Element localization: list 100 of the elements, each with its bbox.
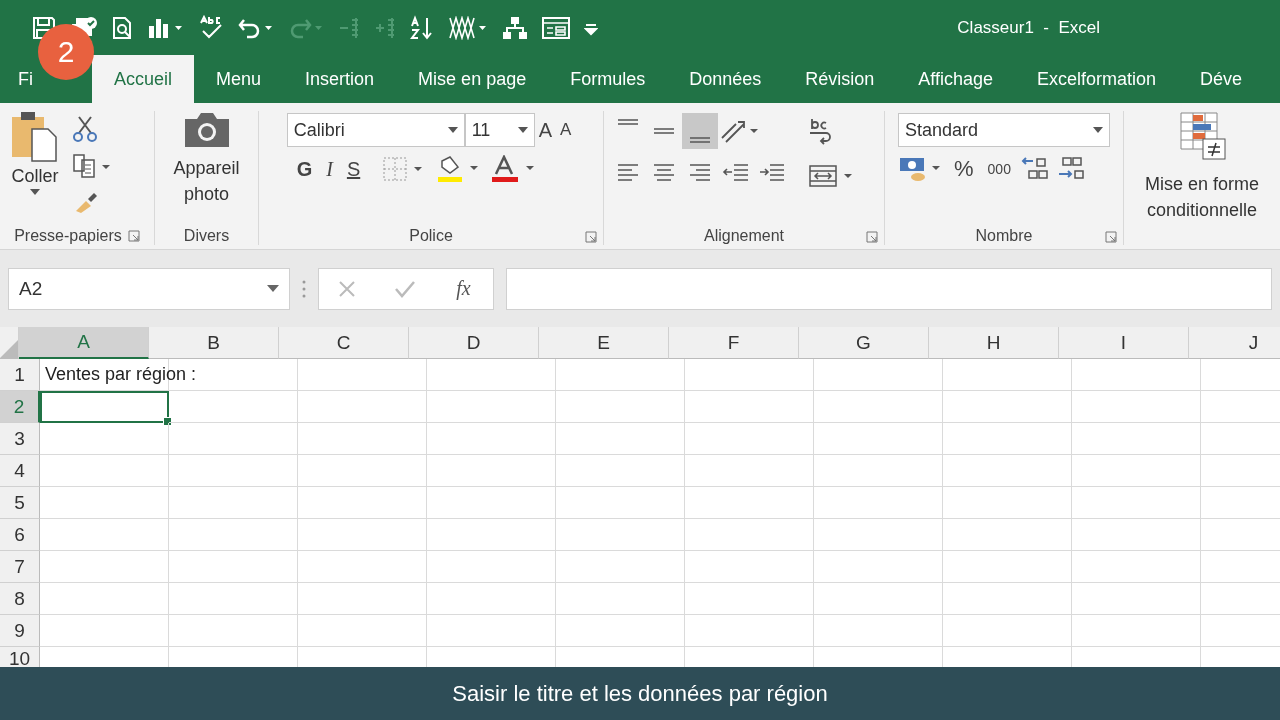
- sheet-cell[interactable]: [298, 359, 427, 391]
- row-header[interactable]: 7: [0, 551, 40, 583]
- sheet-cell[interactable]: [427, 423, 556, 455]
- sheet-cell[interactable]: [814, 551, 943, 583]
- column-header[interactable]: C: [279, 327, 409, 359]
- sheet-cell[interactable]: [556, 615, 685, 647]
- ribbon-tab[interactable]: Données: [667, 55, 784, 103]
- sheet-cell[interactable]: [169, 391, 298, 423]
- increase-font-size-button[interactable]: A: [534, 118, 556, 142]
- font-name-dropdown[interactable]: Calibri: [286, 113, 465, 147]
- sheet-cell[interactable]: [685, 423, 814, 455]
- sheet-cell[interactable]: [685, 583, 814, 615]
- sheet-cell[interactable]: [943, 455, 1072, 487]
- sheet-cell[interactable]: [169, 615, 298, 647]
- column-header[interactable]: F: [669, 327, 799, 359]
- sheet-cell[interactable]: [814, 487, 943, 519]
- decrease-font-size-button[interactable]: A: [556, 120, 576, 140]
- cancel-icon[interactable]: [337, 278, 358, 299]
- sheet-cell[interactable]: [1072, 615, 1201, 647]
- ribbon-tab[interactable]: Formules: [548, 55, 668, 103]
- sheet-cell[interactable]: [298, 391, 427, 423]
- sheet-cell[interactable]: [427, 455, 556, 487]
- sheet-cell[interactable]: [169, 583, 298, 615]
- sheet-cell[interactable]: [556, 519, 685, 551]
- hierarchy-icon[interactable]: [502, 15, 528, 40]
- sheet-cell[interactable]: [1072, 487, 1201, 519]
- sheet-cell[interactable]: [169, 519, 298, 551]
- sheet-cell[interactable]: [943, 391, 1072, 423]
- sheet-cell[interactable]: [685, 615, 814, 647]
- sheet-cell[interactable]: [685, 487, 814, 519]
- dialog-launcher-icon[interactable]: [1105, 231, 1117, 243]
- sheet-cell[interactable]: [556, 423, 685, 455]
- formula-input-field[interactable]: [506, 267, 1272, 310]
- sheet-cell[interactable]: [1072, 423, 1201, 455]
- select-all-button[interactable]: [0, 327, 19, 359]
- sheet-cell[interactable]: [685, 391, 814, 423]
- row-header[interactable]: 1: [0, 359, 40, 391]
- sheet-cell[interactable]: [40, 487, 169, 519]
- sheet-cell[interactable]: [1072, 519, 1201, 551]
- form-icon[interactable]: [542, 15, 570, 40]
- bottom-align-button[interactable]: [682, 113, 718, 149]
- sheet-cell[interactable]: [427, 359, 556, 391]
- sheet-cell[interactable]: [943, 359, 1072, 391]
- print-preview-icon[interactable]: [112, 15, 134, 40]
- dialog-launcher-icon[interactable]: [866, 231, 878, 243]
- row-header[interactable]: 3: [0, 423, 40, 455]
- sheet-cell[interactable]: [169, 487, 298, 519]
- row-header[interactable]: 9: [0, 615, 40, 647]
- fill-handle[interactable]: [163, 417, 172, 426]
- caret-icon[interactable]: [1093, 127, 1103, 133]
- sheet-cell[interactable]: [298, 455, 427, 487]
- ribbon-tab[interactable]: Mise en page: [396, 55, 549, 103]
- lines-icon[interactable]: [448, 15, 488, 40]
- sheet-cell[interactable]: [943, 551, 1072, 583]
- ribbon-tab[interactable]: Fi: [16, 55, 35, 103]
- italic-button[interactable]: I: [322, 157, 337, 181]
- font-size-dropdown[interactable]: 11: [464, 113, 535, 147]
- selected-cell[interactable]: [40, 391, 169, 423]
- thousands-separator-button[interactable]: 000: [983, 161, 1015, 177]
- column-header[interactable]: I: [1059, 327, 1189, 359]
- sheet-cell[interactable]: [427, 487, 556, 519]
- sheet-cell[interactable]: [943, 423, 1072, 455]
- paste-button[interactable]: Coller: [6, 111, 64, 227]
- caret-icon[interactable]: [447, 127, 458, 133]
- sheet-cell[interactable]: [814, 455, 943, 487]
- camera-button[interactable]: Appareil photo: [162, 111, 251, 227]
- bold-button[interactable]: G: [292, 157, 317, 181]
- ribbon-tab[interactable]: Révision: [783, 55, 897, 103]
- sheet-cell[interactable]: [685, 359, 814, 391]
- conditional-formatting-button[interactable]: Mise en forme conditionnelle: [1130, 111, 1274, 245]
- sheet-cell[interactable]: [40, 615, 169, 647]
- sort-icon[interactable]: [410, 14, 434, 41]
- row-header[interactable]: 2: [0, 391, 40, 423]
- column-header[interactable]: H: [929, 327, 1059, 359]
- column-header[interactable]: D: [409, 327, 539, 359]
- sheet-cell[interactable]: [298, 519, 427, 551]
- column-header[interactable]: G: [799, 327, 929, 359]
- sheet-cell[interactable]: [427, 391, 556, 423]
- caret-icon[interactable]: [517, 127, 528, 133]
- wrap-text-icon[interactable]: [808, 117, 834, 145]
- sheet-cell[interactable]: [814, 519, 943, 551]
- sheet-cell[interactable]: [814, 583, 943, 615]
- sheet-cell[interactable]: [169, 423, 298, 455]
- sheet-cell[interactable]: [40, 455, 169, 487]
- sheet-cell[interactable]: [40, 423, 169, 455]
- sheet-cell[interactable]: [427, 583, 556, 615]
- sheet-cell[interactable]: [298, 423, 427, 455]
- copy-icon[interactable]: [72, 153, 112, 179]
- row-header[interactable]: 6: [0, 519, 40, 551]
- ribbon-tab[interactable]: Insertion: [283, 55, 397, 103]
- sheet-cell[interactable]: [556, 391, 685, 423]
- sheet-cell[interactable]: [427, 615, 556, 647]
- dialog-launcher-icon[interactable]: [127, 230, 140, 242]
- sheet-cell[interactable]: [427, 551, 556, 583]
- sheet-cell[interactable]: [1072, 359, 1201, 391]
- sheet-cell[interactable]: [298, 583, 427, 615]
- sheet-cell[interactable]: [943, 615, 1072, 647]
- spelling-check-icon[interactable]: [198, 14, 224, 41]
- sheet-cell[interactable]: [685, 455, 814, 487]
- sheet-cell[interactable]: [169, 455, 298, 487]
